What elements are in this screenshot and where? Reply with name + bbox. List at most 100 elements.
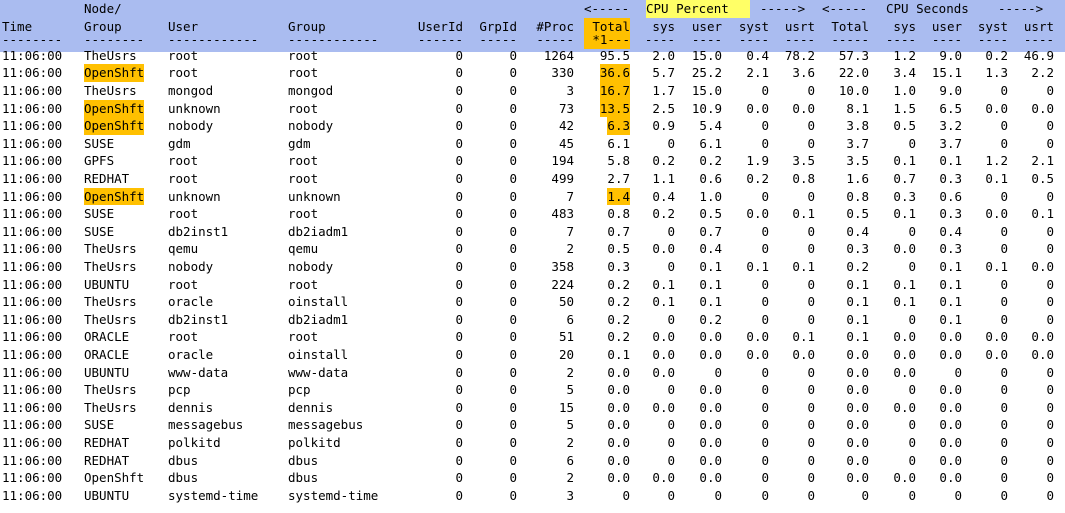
table-cell-uid: 0 — [455, 83, 463, 98]
table-cell-susr: 0.3 — [939, 171, 962, 186]
table-cell-syst: 0.4 — [746, 47, 769, 63]
table-cell-gid: 0 — [509, 259, 517, 274]
table-cell-ssyst: 0 — [1000, 83, 1008, 98]
table-cell-gid: 0 — [509, 65, 517, 81]
table-cell-user: db2inst1 — [168, 311, 229, 327]
table-cell-total: 0.0 — [607, 470, 630, 486]
table-cell-sys: 5.7 — [652, 65, 675, 81]
table-cell-stotal: 1.6 — [846, 171, 869, 186]
table-cell-syst: 2.1 — [746, 65, 769, 81]
table-cell-total: 6.3 — [607, 117, 630, 135]
table-cell-gid: 0 — [509, 153, 517, 169]
table-cell-usrt: 0 — [807, 382, 815, 398]
table-cell-stotal: 8.1 — [846, 100, 869, 116]
table-cell-syst: 1.9 — [746, 153, 769, 169]
table-cell-uid: 0 — [455, 118, 463, 134]
table-cell-uid: 0 — [455, 206, 463, 222]
table-cell-uid: 0 — [455, 487, 463, 503]
table-cell-node: TheUsrs — [84, 241, 137, 257]
table-cell-proc: 42 — [558, 118, 574, 134]
table-cell-ssyst: 0 — [1000, 470, 1008, 486]
table-cell-node: TheUsrs — [84, 399, 137, 415]
table-cell-ssys: 3.4 — [893, 65, 916, 81]
table-cell-ssyst: 0 — [1000, 118, 1008, 134]
table-cell-ssyst: 0 — [1000, 241, 1008, 257]
table-cell-group: root — [288, 171, 319, 186]
table-cell-user: root — [168, 276, 199, 292]
table-cell-ssys: 0.0 — [893, 347, 916, 362]
table-cell-usrt: 78.2 — [784, 47, 815, 63]
table-cell-group: gdm — [288, 135, 311, 151]
table-cell-usrt: 0.1 — [792, 259, 815, 274]
table-cell-node: TheUsrs — [84, 382, 137, 398]
table-cell-syst: 0.1 — [746, 259, 769, 274]
table-cell-node: TheUsrs — [84, 83, 137, 98]
table-cell-time: 11:06:00 — [2, 364, 63, 380]
table-cell-user: db2inst1 — [168, 223, 229, 239]
table-cell-syst: 0 — [761, 487, 769, 503]
table-cell-proc: 358 — [551, 259, 574, 274]
table-cell-gid: 0 — [509, 188, 517, 204]
table-cell-total: 2.7 — [607, 171, 630, 186]
table-cell-syst: 0.2 — [746, 171, 769, 186]
table-cell-user: www-data — [168, 364, 229, 380]
table-cell-usrt: 0.8 — [792, 171, 815, 186]
table-cell-usr: 0 — [714, 487, 722, 503]
table-cell-usr: 5.4 — [699, 118, 722, 134]
table-cell-total: 13.5 — [599, 99, 630, 118]
table-cell-ssys: 0.0 — [893, 241, 916, 257]
table-cell-time: 11:06:00 — [2, 65, 63, 81]
table-cell-group: root — [288, 47, 319, 63]
table-cell-user: qemu — [168, 241, 199, 257]
table-cell-total: 1.4 — [607, 187, 630, 206]
table-cell-ssys: 1.2 — [893, 47, 916, 63]
table-cell-sys: 0 — [667, 135, 675, 151]
table-cell-uid: 0 — [455, 347, 463, 362]
table-cell-group: polkitd — [288, 435, 341, 450]
table-cell-stotal: 0.0 — [846, 399, 869, 415]
table-cell-susr: 0.1 — [939, 153, 962, 169]
table-cell-group: unknown — [288, 188, 341, 204]
table-cell-stotal: 0.0 — [846, 470, 869, 486]
table-cell-group: pcp — [288, 382, 311, 398]
table-cell-sys: 0.4 — [652, 188, 675, 204]
table-cell-group: systemd-time — [288, 487, 379, 503]
table-cell-group: nobody — [288, 118, 334, 134]
table-cell-gid: 0 — [509, 118, 517, 134]
table-cell-sys: 0.1 — [652, 276, 675, 292]
table-cell-stotal: 0.8 — [846, 188, 869, 204]
table-cell-uid: 0 — [455, 364, 463, 380]
table-cell-total: 0.5 — [607, 241, 630, 257]
table-cell-node: TheUsrs — [84, 259, 137, 274]
table-cell-ssyst: 0.0 — [985, 100, 1008, 116]
table-cell-uid: 0 — [455, 276, 463, 292]
table-cell-usrt: 0 — [807, 294, 815, 310]
table-cell-susrt: 0 — [1046, 417, 1054, 433]
table-cell-total: 0 — [622, 487, 630, 503]
table-cell-total: 0.0 — [607, 382, 630, 398]
table-cell-stotal: 0.1 — [846, 311, 869, 327]
table-cell-ssys: 0.0 — [893, 399, 916, 415]
cpu-percent-arrow-left: <----- — [584, 1, 630, 16]
table-cell-sys: 0 — [667, 487, 675, 503]
table-cell-susr: 0.3 — [939, 206, 962, 222]
table-cell-user: root — [168, 206, 199, 222]
table-cell-syst: 0 — [761, 382, 769, 398]
table-cell-proc: 7 — [566, 223, 574, 239]
table-cell-stotal: 3.5 — [846, 153, 869, 169]
table-cell-group: nobody — [288, 259, 334, 274]
table-cell-usr: 0.0 — [699, 452, 722, 468]
table-cell-time: 11:06:00 — [2, 276, 63, 292]
table-cell-proc: 499 — [551, 171, 574, 186]
table-cell-gid: 0 — [509, 135, 517, 151]
table-cell-stotal: 0.0 — [846, 435, 869, 450]
table-cell-proc: 7 — [566, 188, 574, 204]
table-cell-uid: 0 — [455, 171, 463, 186]
table-cell-stotal: 0.1 — [846, 329, 869, 345]
table-cell-proc: 483 — [551, 206, 574, 222]
table-cell-susr: 0.0 — [939, 329, 962, 345]
table-cell-group: dennis — [288, 399, 334, 415]
table-cell-stotal: 0.0 — [846, 417, 869, 433]
table-cell-node: TheUsrs — [84, 47, 137, 63]
table-cell-ssys: 0 — [908, 382, 916, 398]
